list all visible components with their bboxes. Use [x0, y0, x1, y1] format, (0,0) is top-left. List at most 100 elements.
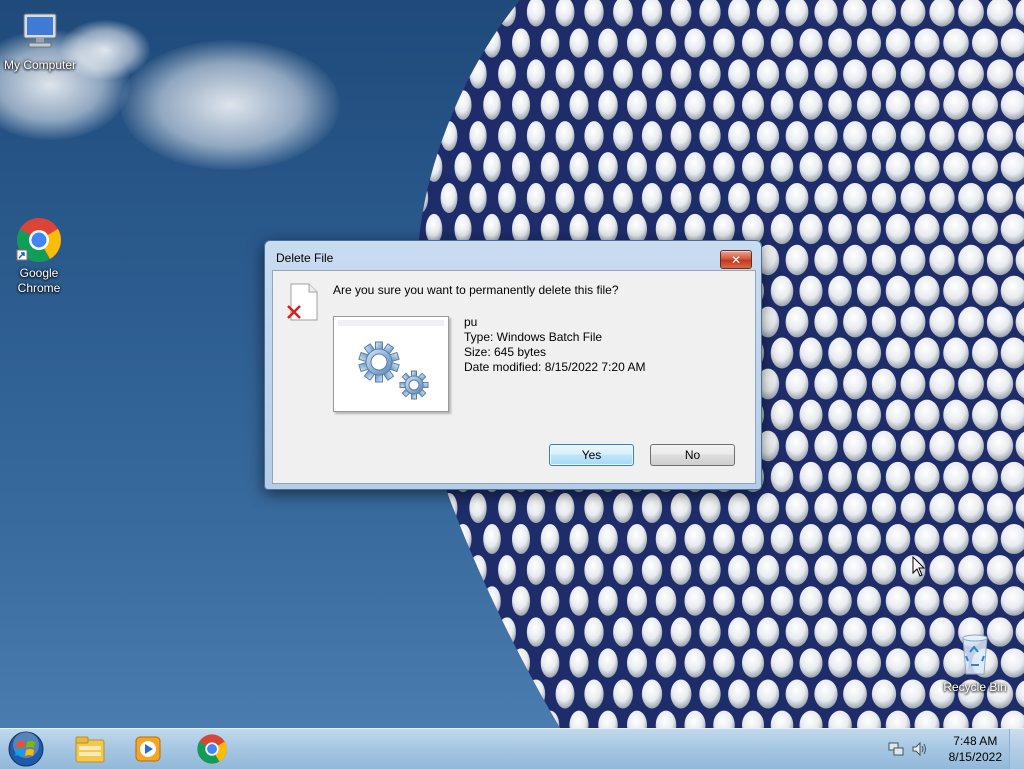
- dome-disc: [885, 461, 911, 493]
- dome-disc: [785, 555, 809, 585]
- dome-disc: [699, 555, 721, 585]
- dome-disc: [828, 586, 852, 616]
- dome-disc: [511, 586, 531, 616]
- dome-disc: [511, 152, 531, 182]
- dome-disc: [699, 617, 721, 647]
- desktop-icon-label: Chrome: [17, 281, 61, 295]
- dome-disc: [728, 182, 750, 214]
- dome-disc: [454, 586, 472, 616]
- dome-disc: [871, 121, 897, 151]
- dome-disc: [713, 152, 735, 182]
- dome-disc: [914, 28, 940, 58]
- dome-disc: [454, 28, 472, 58]
- dome-disc: [641, 492, 663, 524]
- dome-disc: [598, 28, 618, 58]
- dome-disc: [929, 430, 955, 462]
- dome-disc: [971, 337, 999, 369]
- dome-disc: [770, 648, 794, 678]
- dome-disc: [971, 586, 999, 616]
- dome-disc: [814, 306, 838, 338]
- dome-disc: [785, 368, 809, 400]
- dome-disc: [756, 492, 780, 524]
- dome-disc: [943, 586, 969, 616]
- taskbar-windows-explorer[interactable]: [62, 731, 118, 767]
- dome-disc: [986, 368, 1014, 400]
- no-button[interactable]: No: [650, 444, 735, 466]
- dome-disc: [555, 492, 575, 524]
- dome-disc: [454, 648, 472, 678]
- dome-disc: [684, 28, 706, 58]
- volume-icon[interactable]: [912, 741, 928, 757]
- dome-disc: [814, 430, 838, 462]
- dome-disc: [416, 679, 429, 709]
- dome-disc: [511, 710, 531, 728]
- dome-disc: [958, 555, 984, 585]
- dome-disc: [914, 399, 940, 431]
- network-icon[interactable]: [888, 741, 904, 757]
- dome-disc: [416, 0, 429, 27]
- dome-disc: [526, 121, 546, 151]
- file-date-modified: Date modified: 8/15/2022 7:20 AM: [464, 360, 646, 374]
- dome-disc: [756, 555, 780, 585]
- dome-disc: [814, 59, 838, 89]
- dome-disc: [440, 492, 458, 524]
- dome-disc: [699, 492, 721, 524]
- dome-disc: [569, 28, 589, 58]
- clock[interactable]: 7:48 AM 8/15/2022: [949, 733, 1002, 765]
- dome-disc: [770, 275, 794, 307]
- taskbar-google-chrome[interactable]: [184, 731, 240, 767]
- dome-disc: [971, 524, 999, 554]
- dome-disc: [943, 337, 969, 369]
- taskbar-media-player[interactable]: [120, 731, 176, 767]
- yes-button[interactable]: Yes: [549, 444, 634, 466]
- desktop-icon-recycle-bin[interactable]: Recycle Bin: [935, 630, 1015, 695]
- dome-disc: [655, 586, 677, 616]
- dome-disc: [416, 555, 429, 585]
- dome-disc: [584, 492, 604, 524]
- chrome-icon: [197, 734, 227, 764]
- dome-disc: [511, 648, 531, 678]
- dome-disc: [498, 59, 516, 89]
- dome-disc: [440, 121, 458, 151]
- dome-disc: [971, 90, 999, 120]
- dome-disc: [540, 524, 560, 554]
- dome-disc: [971, 275, 999, 307]
- dome-disc: [469, 679, 487, 709]
- system-tray: 7:48 AM 8/15/2022: [874, 729, 1024, 769]
- dome-disc: [684, 586, 706, 616]
- dome-disc: [598, 152, 618, 182]
- dome-disc: [828, 399, 852, 431]
- clock-date: 8/15/2022: [948, 750, 1002, 764]
- dome-disc: [728, 59, 750, 89]
- dome-disc: [958, 59, 984, 89]
- dome-disc: [770, 586, 794, 616]
- dome-disc: [756, 182, 780, 214]
- dome-disc: [641, 679, 663, 709]
- close-button[interactable]: ✕: [720, 250, 752, 269]
- dome-disc: [856, 399, 882, 431]
- dome-disc: [728, 492, 750, 524]
- desktop-icon-google-chrome[interactable]: Google Chrome: [0, 216, 79, 296]
- dome-disc: [843, 121, 867, 151]
- dome-disc: [670, 617, 692, 647]
- dome-disc: [670, 59, 692, 89]
- show-desktop-button[interactable]: [1009, 729, 1024, 769]
- start-button[interactable]: [0, 731, 52, 767]
- dome-disc: [699, 121, 721, 151]
- dome-disc: [526, 182, 546, 214]
- dome-disc: [770, 213, 794, 245]
- dome-disc: [770, 28, 794, 58]
- dome-disc: [856, 28, 882, 58]
- dome-disc: [799, 337, 823, 369]
- dome-disc: [843, 59, 867, 89]
- dome-disc: [713, 648, 735, 678]
- dome-disc: [440, 0, 458, 27]
- dome-disc: [885, 648, 911, 678]
- dome-disc: [799, 524, 823, 554]
- dome-disc: [425, 152, 443, 182]
- dome-disc: [828, 461, 852, 493]
- desktop-icon-my-computer[interactable]: My Computer: [0, 8, 80, 73]
- dome-disc: [741, 28, 765, 58]
- dome-disc: [756, 59, 780, 89]
- dome-disc: [469, 59, 487, 89]
